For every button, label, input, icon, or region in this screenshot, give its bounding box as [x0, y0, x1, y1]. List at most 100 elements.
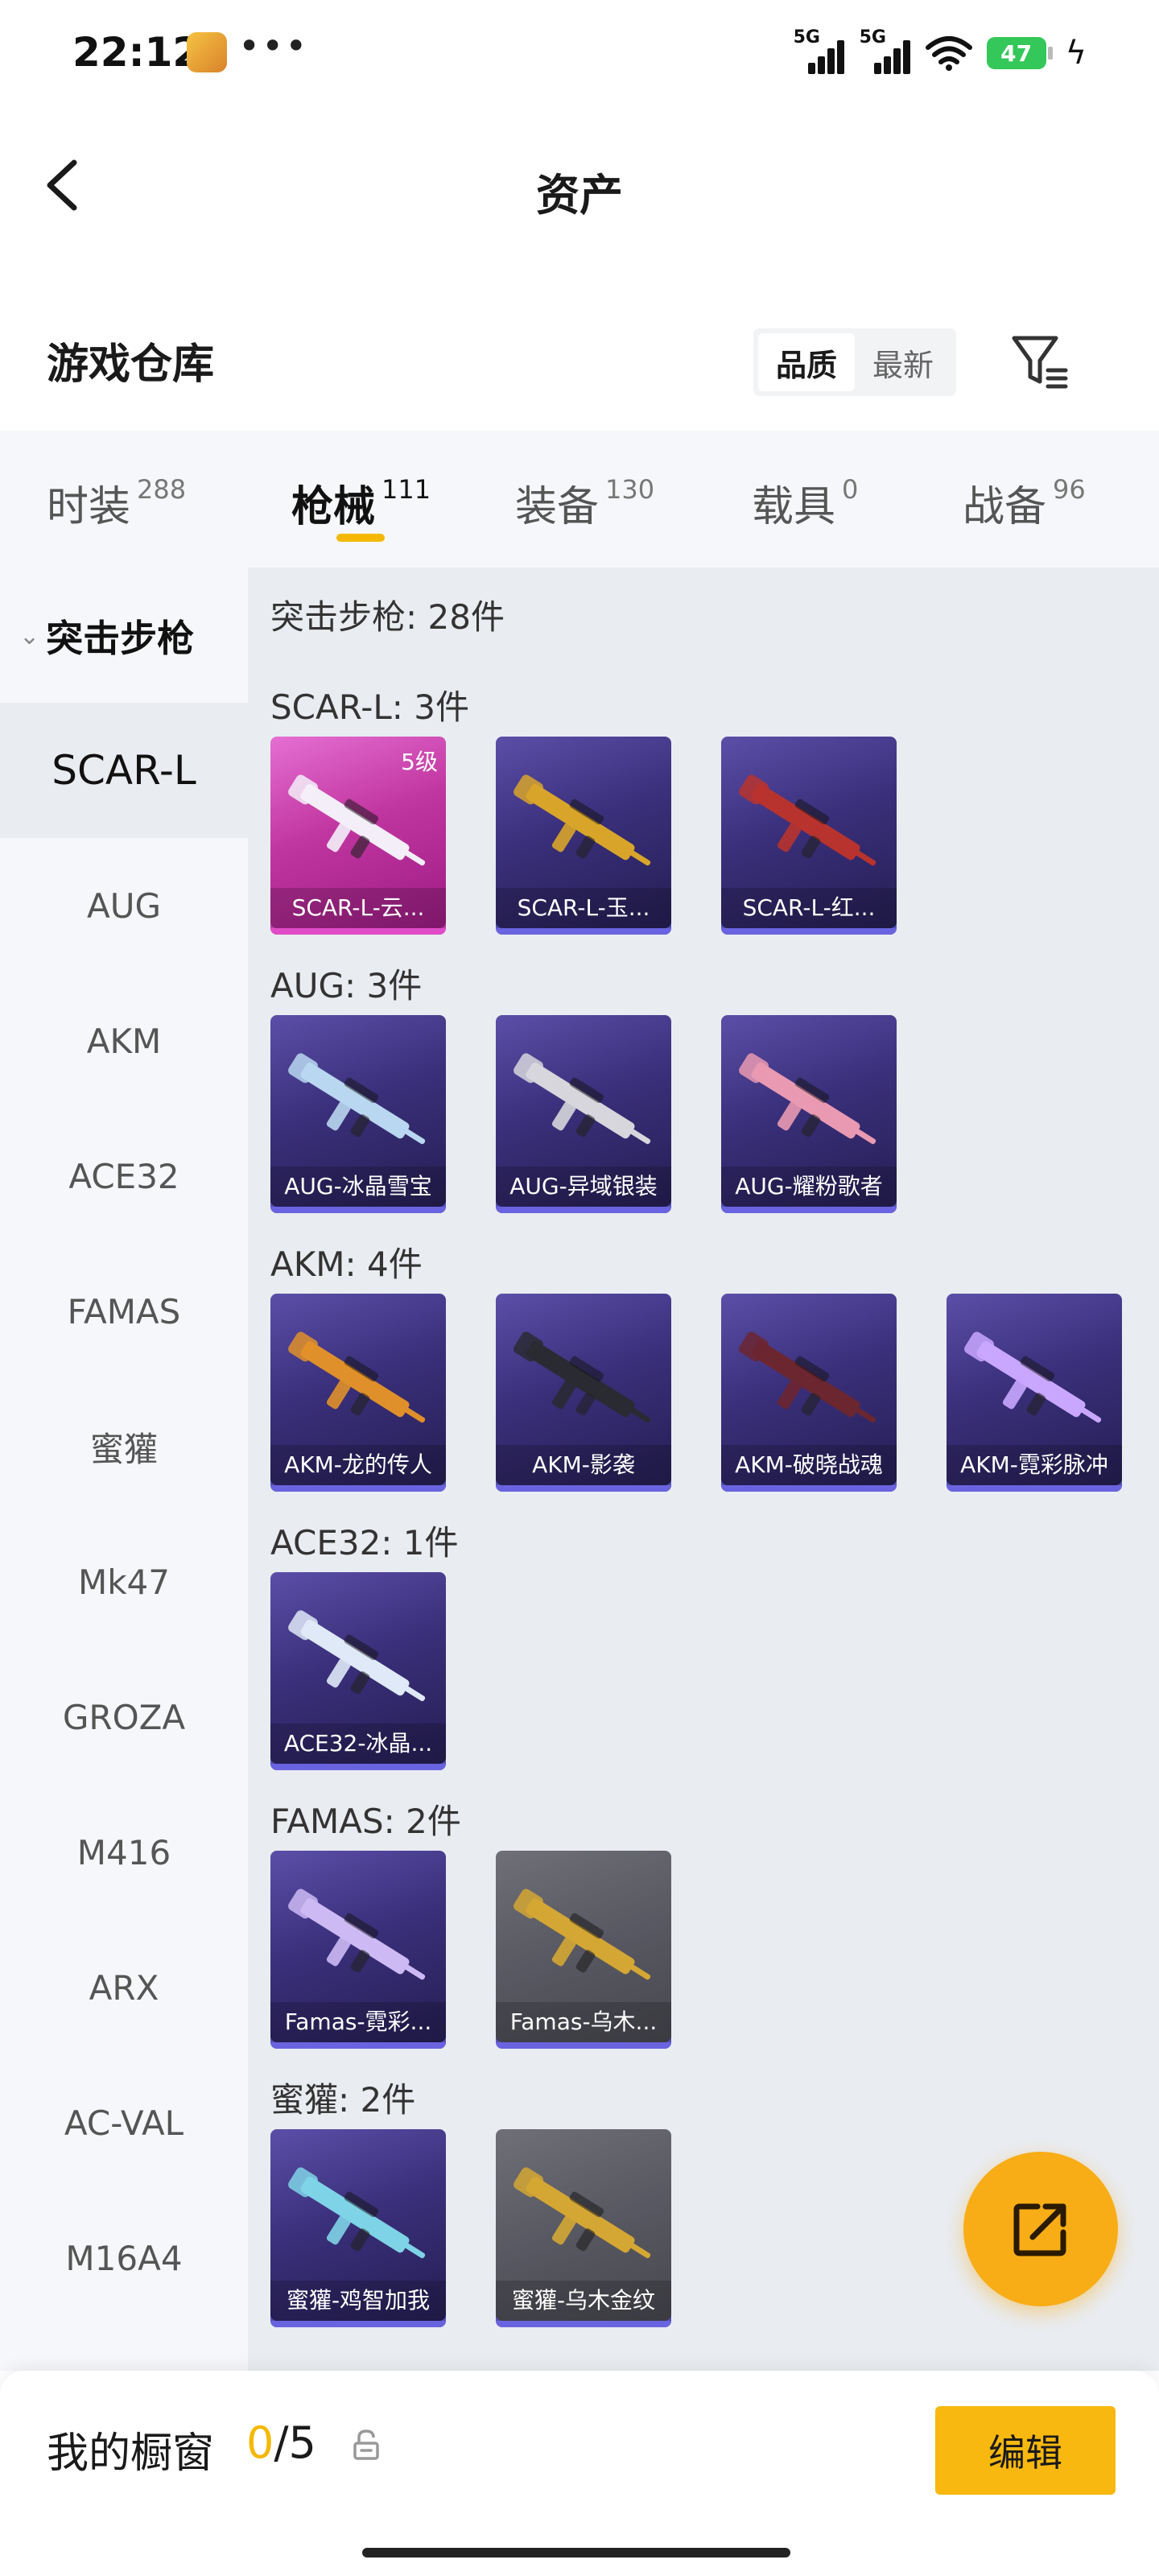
weapon-image-icon [288, 1053, 426, 1145]
weapon-skin-card[interactable]: AKM-影袭 [496, 1294, 671, 1492]
weapon-image-icon [288, 1610, 426, 1702]
tab-count: 288 [137, 474, 187, 505]
tab-vehicles[interactable]: 载具 0 [752, 473, 858, 533]
weapon-skin-card[interactable]: AKM-霓彩脉冲 [947, 1294, 1122, 1492]
sidebar-category-header[interactable]: ⌄ 突击步枪 [0, 592, 248, 680]
tab-combat-gear[interactable]: 战备 96 [963, 473, 1086, 533]
weapon-image-icon [288, 2167, 426, 2259]
share-button[interactable] [963, 2152, 1118, 2306]
weapon-image-icon [964, 1331, 1102, 1423]
weapon-skin-name: 蜜獾-鸡智加我 [270, 2281, 446, 2321]
section-title: 蜜獾: 2件 [270, 2080, 416, 2120]
more-notifications-icon: ••• [238, 24, 309, 68]
weapon-skin-card[interactable]: AKM-龙的传人 [270, 1294, 446, 1492]
showcase-count: 0/5 [246, 2417, 316, 2468]
weapon-image-icon [288, 1331, 426, 1423]
chevron-down-icon: ⌄ [19, 621, 40, 650]
weapon-skin-card[interactable]: SCAR-L-红... [721, 737, 897, 935]
page-header: 资产 [0, 121, 1159, 250]
weapon-skin-name: 蜜獾-乌木金纹 [496, 2281, 671, 2321]
signal-icon: 5G [794, 27, 845, 74]
weapon-image-icon [514, 1889, 651, 1980]
tab-label: 装备 [515, 483, 600, 531]
showcase-current: 0 [246, 2417, 274, 2468]
weapon-skin-name: AUG-冰晶雪宝 [270, 1166, 446, 1207]
filter-icon[interactable] [1008, 330, 1072, 394]
weapon-skin-name: AKM-影袭 [496, 1445, 671, 1485]
weapon-skin-name: AUG-异域银装 [496, 1166, 671, 1207]
sidebar-item-ace32[interactable]: ACE32 [0, 1108, 248, 1244]
sidebar-item-groza[interactable]: GROZA [0, 1649, 248, 1785]
category-tabs: 时装 288 枪械 111 装备 130 载具 0 战备 96 [0, 431, 1159, 568]
weapon-skin-name: Famas-乌木... [496, 2002, 671, 2042]
sidebar-item-famas[interactable]: FAMAS [0, 1244, 248, 1379]
weapon-skin-name: SCAR-L-红... [721, 888, 897, 928]
weapon-image-icon [739, 1053, 876, 1145]
charging-icon: ϟ [1065, 35, 1087, 72]
app-notification-icon [187, 32, 227, 72]
weapon-skin-name: AUG-耀粉歌者 [721, 1166, 897, 1207]
status-indicators: 5G 5G 47 ϟ [794, 27, 1087, 77]
weapon-skin-name: AKM-龙的传人 [270, 1445, 446, 1485]
weapon-image-icon [514, 1331, 651, 1423]
weapon-skin-card[interactable]: AUG-耀粉歌者 [721, 1015, 897, 1213]
weapon-skin-card[interactable]: Famas-乌木... [496, 1851, 671, 2049]
home-indicator [362, 2548, 790, 2557]
sidebar-item-m16a4[interactable]: M16A4 [0, 2190, 248, 2326]
tab-costumes[interactable]: 时装 288 [47, 473, 186, 533]
weapon-image-icon [514, 1053, 651, 1145]
sidebar-item-akm[interactable]: AKM [0, 973, 248, 1108]
assets-page: 22:12 ••• 5G 5G 47 ϟ 资产 游戏仓库 品质 最新 时装 28… [0, 0, 1159, 2576]
weapon-skin-card[interactable]: 蜜獾-鸡智加我 [270, 2129, 446, 2327]
weapon-skin-card[interactable]: 蜜獾-乌木金纹 [496, 2129, 671, 2327]
section-title: AKM: 4件 [270, 1245, 423, 1284]
level-badge: 5级 [401, 749, 438, 775]
sidebar-item-ac-val[interactable]: AC-VAL [0, 2055, 248, 2190]
warehouse-title: 游戏仓库 [47, 341, 215, 389]
sidebar-category-label: 突击步枪 [46, 617, 195, 660]
section-title: SCAR-L: 3件 [270, 687, 469, 727]
weapon-skin-name: AKM-破晓战魂 [721, 1445, 897, 1485]
weapon-skin-card[interactable]: AUG-异域银装 [496, 1015, 671, 1213]
showcase-total: /5 [274, 2417, 316, 2468]
battery-icon: 47 [986, 37, 1053, 69]
tab-label: 战备 [963, 483, 1047, 531]
sort-latest-button[interactable]: 最新 [855, 333, 951, 391]
section-title: ACE32: 1件 [270, 1523, 459, 1563]
sort-toggle: 品质 最新 [753, 328, 956, 396]
weapon-skin-name: Famas-霓彩... [270, 2002, 446, 2042]
weapon-image-icon [514, 2167, 651, 2259]
weapon-skin-card[interactable]: SCAR-L-玉... [496, 737, 671, 935]
weapon-image-icon [288, 774, 426, 866]
signal-label: 5G [793, 27, 820, 47]
weapon-skin-card[interactable]: AUG-冰晶雪宝 [270, 1015, 446, 1213]
sidebar-item-mk47[interactable]: Mk47 [0, 1514, 248, 1649]
weapon-skin-card[interactable]: 5级 SCAR-L-云... [270, 737, 446, 935]
section-title: FAMAS: 2件 [270, 1802, 461, 1841]
sidebar-item-m416[interactable]: M416 [0, 1785, 248, 1920]
weapon-skin-card[interactable]: AKM-破晓战魂 [721, 1294, 897, 1492]
sidebar-item-aug[interactable]: AUG [0, 838, 248, 973]
weapon-sidebar: ⌄ 突击步枪 SCAR-L AUG AKM ACE32 FAMAS 蜜獾 Mk4… [0, 568, 248, 2371]
sidebar-item-arx[interactable]: ARX [0, 1920, 248, 2055]
edit-button[interactable]: 编辑 [935, 2406, 1116, 2495]
weapon-skin-card[interactable]: ACE32-冰晶... [270, 1572, 446, 1770]
weapon-image-icon [288, 1889, 426, 1980]
lock-icon [353, 2429, 379, 2460]
category-summary: 突击步枪: 28件 [270, 597, 505, 637]
weapon-image-icon [739, 774, 876, 866]
showcase-label: 我的橱窗 [47, 2429, 215, 2478]
share-icon [1013, 2203, 1066, 2256]
tab-label: 枪械 [291, 483, 376, 531]
sidebar-item-honey-badger[interactable]: 蜜獾 [0, 1379, 248, 1514]
weapon-skin-name: SCAR-L-玉... [496, 888, 671, 928]
weapon-image-icon [514, 774, 651, 866]
tab-label: 时装 [47, 483, 131, 531]
sidebar-item-scar-l[interactable]: SCAR-L [0, 703, 248, 838]
sort-quality-button[interactable]: 品质 [758, 333, 855, 391]
tab-firearms[interactable]: 枪械 111 [291, 473, 431, 533]
weapon-list: 突击步枪: 28件 SCAR-L: 3件 5级 SCAR-L-云... SCAR-L-… [248, 568, 1159, 2371]
tab-equipment[interactable]: 装备 130 [515, 473, 654, 533]
weapon-skin-card[interactable]: Famas-霓彩... [270, 1851, 446, 2049]
tab-count: 130 [605, 474, 655, 505]
